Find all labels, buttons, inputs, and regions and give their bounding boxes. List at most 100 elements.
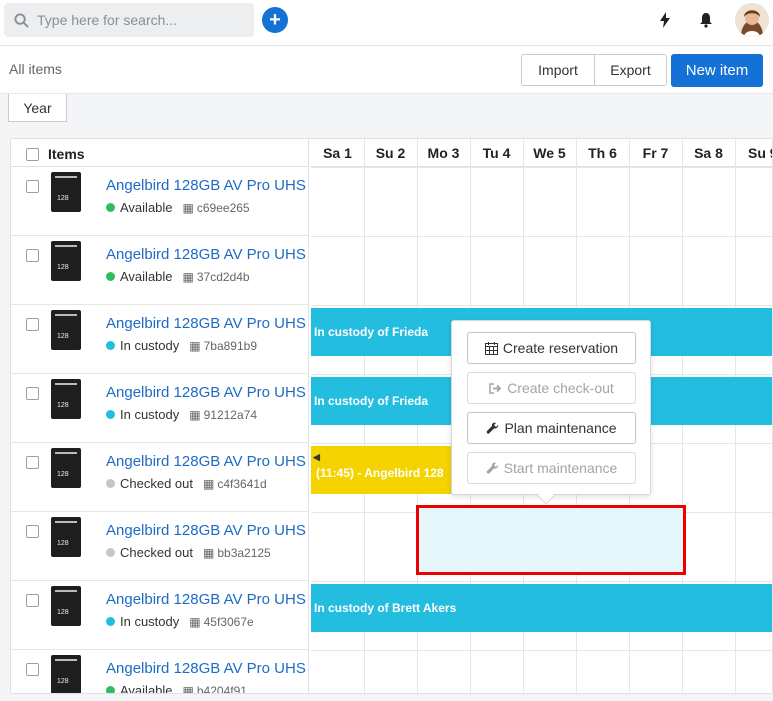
- barcode-icon: ▦: [182, 683, 194, 694]
- item-thumbnail: [51, 655, 81, 693]
- items-calendar-table: Items Angelbird 128GB AV Pro UHS- Availa…: [10, 138, 773, 694]
- item-name-link[interactable]: Angelbird 128GB AV Pro UHS-: [106, 660, 306, 677]
- grid-line: [311, 650, 772, 651]
- item-name-link[interactable]: Angelbird 128GB AV Pro UHS-: [106, 591, 306, 608]
- checkout-bar[interactable]: ◀ (11:45) - Angelbird 128: [311, 446, 461, 494]
- row-checkbox[interactable]: [26, 249, 39, 262]
- status-label: In custody: [120, 338, 180, 353]
- row-checkbox[interactable]: [26, 525, 39, 538]
- new-item-button[interactable]: New item: [671, 54, 763, 87]
- checkout-bar-label: (11:45) - Angelbird 128: [316, 466, 444, 480]
- column-divider[interactable]: [308, 139, 309, 693]
- bell-icon[interactable]: [698, 12, 714, 28]
- import-button[interactable]: Import: [521, 54, 595, 86]
- item-name-link[interactable]: Angelbird 128GB AV Pro UHS-: [106, 246, 306, 263]
- table-row[interactable]: Angelbird 128GB AV Pro UHS- Checked out ▦…: [11, 512, 308, 581]
- day-header: Sa 1: [311, 139, 364, 167]
- barcode-icon: ▦: [203, 476, 215, 491]
- item-status: Available ▦ 37cd2d4b: [106, 269, 250, 284]
- year-toggle[interactable]: Year: [8, 94, 67, 122]
- item-code-text: bb3a2125: [217, 545, 271, 560]
- item-code: ▦ 45f3067e: [189, 615, 253, 629]
- import-export-group: Import Export: [521, 54, 667, 86]
- export-button[interactable]: Export: [595, 54, 667, 86]
- status-label: Available: [120, 200, 173, 215]
- sign-out-icon: [489, 382, 502, 394]
- barcode-icon: ▦: [189, 338, 201, 353]
- row-checkbox[interactable]: [26, 594, 39, 607]
- item-status: In custody ▦ 91212a74: [106, 407, 257, 422]
- item-code-text: 91212a74: [203, 407, 257, 422]
- status-dot: [106, 272, 115, 281]
- item-code-text: c4f3641d: [217, 476, 267, 491]
- status-dot: [106, 479, 115, 488]
- item-thumbnail: [51, 379, 81, 419]
- row-checkbox[interactable]: [26, 180, 39, 193]
- status-label: In custody: [120, 614, 180, 629]
- item-code-text: c69ee265: [196, 200, 250, 215]
- item-code: ▦ bb3a2125: [203, 546, 271, 560]
- item-name-link[interactable]: Angelbird 128GB AV Pro UHS-: [106, 453, 306, 470]
- sub-toolbar: All items Import Export New item: [0, 46, 773, 94]
- avatar[interactable]: [735, 3, 769, 37]
- item-code: ▦ c69ee265: [183, 201, 250, 215]
- create-checkout-label: Create check-out: [507, 380, 614, 396]
- day-header: Th 6: [576, 139, 629, 167]
- status-dot: [106, 617, 115, 626]
- item-code: ▦ 91212a74: [189, 408, 257, 422]
- plan-maintenance-label: Plan maintenance: [504, 420, 617, 436]
- barcode-icon: ▦: [182, 200, 194, 215]
- table-row[interactable]: Angelbird 128GB AV Pro UHS- In custody ▦9…: [11, 374, 308, 443]
- status-dot: [106, 410, 115, 419]
- day-header: Su 9: [735, 139, 772, 167]
- item-code-text: 7ba891b9: [203, 338, 257, 353]
- select-all-checkbox[interactable]: [26, 148, 39, 161]
- item-name-link[interactable]: Angelbird 128GB AV Pro UHS-: [106, 315, 306, 332]
- plan-maintenance-button[interactable]: Plan maintenance: [467, 412, 636, 444]
- item-thumbnail: [51, 172, 81, 212]
- status-dot: [106, 548, 115, 557]
- table-row[interactable]: Angelbird 128GB AV Pro UHS- Available ▦37…: [11, 236, 308, 305]
- grid-line: [311, 236, 772, 237]
- search-input[interactable]: [37, 12, 247, 28]
- row-checkbox[interactable]: [26, 663, 39, 676]
- bolt-icon[interactable]: [658, 12, 672, 28]
- item-thumbnail: [51, 517, 81, 557]
- barcode-icon: ▦: [182, 269, 194, 284]
- day-header: Fr 7: [629, 139, 682, 167]
- items-header: Items: [11, 139, 308, 167]
- status-label: Available: [120, 683, 173, 694]
- selected-date-range[interactable]: [416, 505, 686, 575]
- create-reservation-button[interactable]: Create reservation: [467, 332, 636, 364]
- table-row[interactable]: Angelbird 128GB AV Pro UHS- In custody ▦4…: [11, 581, 308, 650]
- item-name-link[interactable]: Angelbird 128GB AV Pro UHS-: [106, 384, 306, 401]
- row-checkbox[interactable]: [26, 456, 39, 469]
- table-row[interactable]: Angelbird 128GB AV Pro UHS- Available ▦b4…: [11, 650, 308, 694]
- status-dot: [106, 341, 115, 350]
- item-name-link[interactable]: Angelbird 128GB AV Pro UHS-: [106, 177, 306, 194]
- item-thumbnail: [51, 310, 81, 350]
- create-checkout-button[interactable]: Create check-out: [467, 372, 636, 404]
- caret-left-icon: ◀: [313, 452, 320, 462]
- add-button[interactable]: +: [262, 7, 288, 33]
- table-row[interactable]: Angelbird 128GB AV Pro UHS- In custody ▦7…: [11, 305, 308, 374]
- day-header: We 5: [523, 139, 576, 167]
- day-header: Sa 8: [682, 139, 735, 167]
- search-box[interactable]: [4, 3, 254, 37]
- start-maintenance-button[interactable]: Start maintenance: [467, 452, 636, 484]
- barcode-icon: ▦: [203, 545, 215, 560]
- status-label: Checked out: [120, 545, 193, 560]
- items-header-label: Items: [48, 146, 85, 162]
- status-label: Checked out: [120, 476, 193, 491]
- create-reservation-label: Create reservation: [502, 340, 619, 356]
- wrench-icon: [486, 462, 498, 474]
- row-checkbox[interactable]: [26, 318, 39, 331]
- custody-bar[interactable]: In custody of Brett Akers: [311, 584, 772, 632]
- row-checkbox[interactable]: [26, 387, 39, 400]
- item-name-link[interactable]: Angelbird 128GB AV Pro UHS-: [106, 522, 306, 539]
- table-row[interactable]: Angelbird 128GB AV Pro UHS- Available ▦c6…: [11, 167, 308, 236]
- table-row[interactable]: Angelbird 128GB AV Pro UHS- Checked out ▦…: [11, 443, 308, 512]
- item-code: ▦ b4204f91: [182, 683, 247, 694]
- item-status: In custody ▦ 45f3067e: [106, 614, 254, 629]
- item-status: Checked out ▦ c4f3641d: [106, 476, 267, 491]
